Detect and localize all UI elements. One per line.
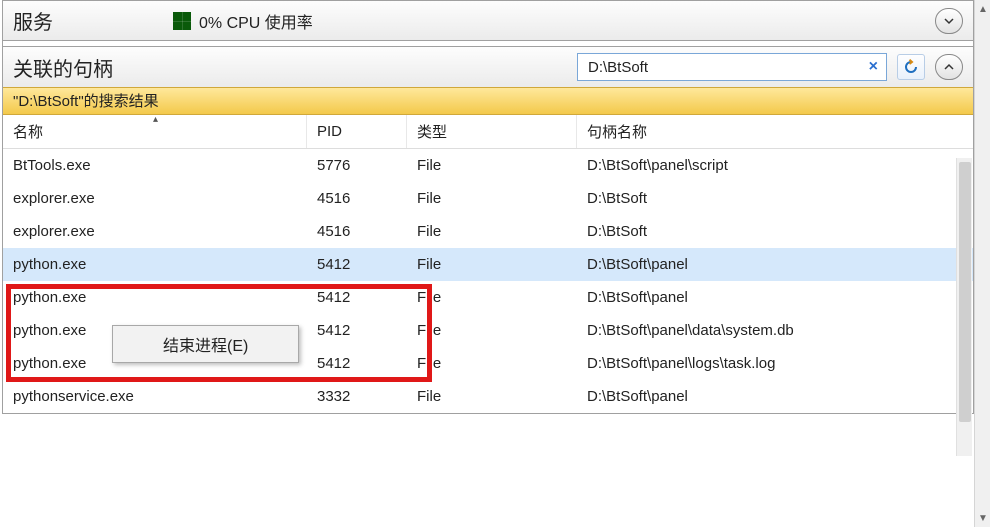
cell-name: explorer.exe xyxy=(3,215,307,248)
table-row[interactable]: python.exe5412FileD:\BtSoft\panel xyxy=(3,281,973,314)
chevron-down-icon xyxy=(943,15,955,27)
scroll-down-arrow-icon[interactable]: ▼ xyxy=(975,509,990,527)
search-results-banner: "D:\BtSoft"的搜索结果 xyxy=(3,87,973,115)
cell-pid: 5412 xyxy=(307,347,407,380)
refresh-icon xyxy=(903,59,919,75)
menu-item-end-process[interactable]: 结束进程(E) xyxy=(113,326,298,362)
page-vertical-scrollbar[interactable]: ▲ ▼ xyxy=(974,0,990,527)
cell-type: File xyxy=(407,215,577,248)
column-header-type[interactable]: 类型 xyxy=(407,115,577,148)
result-rows: BtTools.exe5776FileD:\BtSoft\panel\scrip… xyxy=(3,149,973,413)
cell-handle: D:\BtSoft\panel\data\system.db xyxy=(577,314,973,347)
cell-pid: 5412 xyxy=(307,248,407,281)
scrollbar-thumb[interactable] xyxy=(959,162,971,422)
search-input[interactable] xyxy=(586,58,865,77)
cpu-usage: 0% CPU 使用率 xyxy=(173,9,313,33)
cell-type: File xyxy=(407,281,577,314)
cell-type: File xyxy=(407,248,577,281)
cell-type: File xyxy=(407,347,577,380)
clear-search-button[interactable]: × xyxy=(865,58,882,76)
table-row[interactable]: explorer.exe4516FileD:\BtSoft xyxy=(3,182,973,215)
sort-indicator-icon: ▴ xyxy=(153,114,158,125)
cell-pid: 3332 xyxy=(307,380,407,413)
cell-type: File xyxy=(407,380,577,413)
table-row[interactable]: explorer.exe4516FileD:\BtSoft xyxy=(3,215,973,248)
cell-name: BtTools.exe xyxy=(3,149,307,182)
handles-section-header: 关联的句柄 × xyxy=(3,47,973,87)
cell-handle: D:\BtSoft xyxy=(577,182,973,215)
context-menu: 结束进程(E) xyxy=(112,325,299,363)
cell-pid: 4516 xyxy=(307,215,407,248)
cell-type: File xyxy=(407,149,577,182)
cell-type: File xyxy=(407,314,577,347)
cell-name: explorer.exe xyxy=(3,182,307,215)
handles-collapse-button[interactable] xyxy=(935,54,963,80)
column-header-pid[interactable]: PID xyxy=(307,115,407,148)
cell-handle: D:\BtSoft\panel xyxy=(577,248,973,281)
table-row[interactable]: BtTools.exe5776FileD:\BtSoft\panel\scrip… xyxy=(3,149,973,182)
cell-handle: D:\BtSoft\panel\script xyxy=(577,149,973,182)
refresh-button[interactable] xyxy=(897,54,925,80)
scroll-up-arrow-icon[interactable]: ▲ xyxy=(975,0,990,18)
services-section-header: 服务 0% CPU 使用率 xyxy=(3,1,973,41)
cpu-usage-label: 0% CPU 使用率 xyxy=(199,9,313,33)
services-expand-button[interactable] xyxy=(935,8,963,34)
cell-handle: D:\BtSoft xyxy=(577,215,973,248)
services-title: 服务 xyxy=(13,6,53,35)
column-headers: 名称 ▴ PID 类型 句柄名称 xyxy=(3,115,973,149)
cell-type: File xyxy=(407,182,577,215)
column-header-name[interactable]: 名称 ▴ xyxy=(3,115,307,148)
cell-pid: 5412 xyxy=(307,281,407,314)
cell-name: python.exe xyxy=(3,281,307,314)
cell-name: python.exe xyxy=(3,248,307,281)
table-row[interactable]: pythonservice.exe3332FileD:\BtSoft\panel xyxy=(3,380,973,413)
handles-title: 关联的句柄 xyxy=(13,53,113,82)
list-vertical-scrollbar[interactable] xyxy=(956,158,972,456)
cpu-grid-icon xyxy=(173,12,191,30)
cell-pid: 4516 xyxy=(307,182,407,215)
table-row[interactable]: python.exe5412FileD:\BtSoft\panel xyxy=(3,248,973,281)
cell-handle: D:\BtSoft\panel\logs\task.log xyxy=(577,347,973,380)
cell-pid: 5412 xyxy=(307,314,407,347)
cell-handle: D:\BtSoft\panel xyxy=(577,281,973,314)
cell-pid: 5776 xyxy=(307,149,407,182)
cell-handle: D:\BtSoft\panel xyxy=(577,380,973,413)
cell-name: pythonservice.exe xyxy=(3,380,307,413)
chevron-up-icon xyxy=(943,61,955,73)
column-header-handle[interactable]: 句柄名称 xyxy=(577,115,973,148)
handles-search-box[interactable]: × xyxy=(577,53,887,81)
